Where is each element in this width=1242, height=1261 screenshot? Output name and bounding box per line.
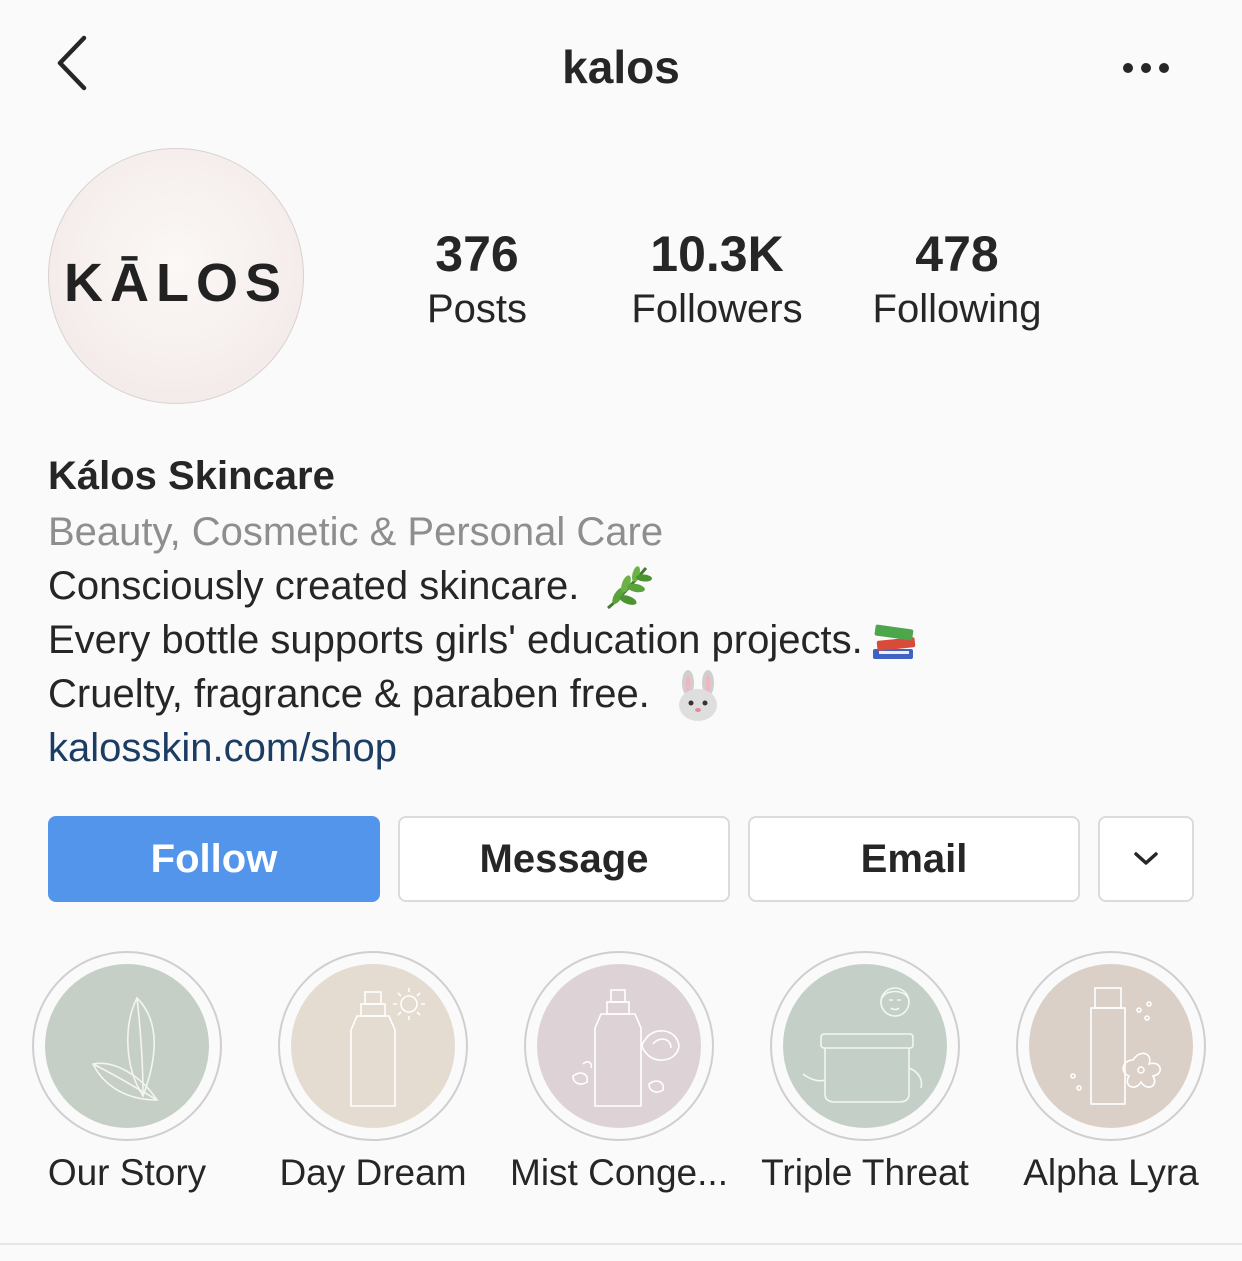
herb-icon: [607, 566, 653, 610]
mist-bottle-rose-icon: [572, 989, 680, 1107]
bio-line-1: Consciously created skincare.: [48, 559, 654, 614]
bio-line-3-text: Cruelty, fragrance & paraben free.: [48, 672, 650, 716]
highlight-label: Our Story: [47, 1152, 207, 1193]
follow-button[interactable]: Follow: [48, 816, 380, 902]
stat-followers[interactable]: 10.3K Followers: [607, 226, 827, 336]
highlight-label: Triple Threat: [761, 1152, 969, 1193]
profile-category: Beauty, Cosmetic & Personal Care: [48, 510, 664, 554]
rabbit-face-icon: [678, 670, 717, 722]
bio-line-3: Cruelty, fragrance & paraben free.: [48, 667, 723, 723]
bottle-flower-icon: [1070, 987, 1161, 1105]
highlight-cover: [291, 964, 455, 1128]
highlight-cover: [45, 964, 209, 1128]
divider: [0, 1243, 1242, 1245]
highlight-label: Mist Conge...: [510, 1152, 728, 1193]
highlight-day-dream[interactable]: [278, 951, 468, 1141]
highlight-mist-conge[interactable]: [524, 951, 714, 1141]
stat-followers-value: 10.3K: [650, 226, 784, 282]
email-button[interactable]: Email: [748, 816, 1080, 902]
highlight-triple-threat[interactable]: [770, 951, 960, 1141]
stat-following[interactable]: 478 Following: [852, 226, 1062, 336]
stat-following-value: 478: [915, 226, 999, 282]
profile-name: Kálos Skincare: [48, 454, 335, 498]
chevron-down-icon: [1134, 852, 1158, 865]
bio-link[interactable]: kalosskin.com/shop: [48, 721, 397, 775]
highlight-cover: [537, 964, 701, 1128]
highlight-cover: [1029, 964, 1193, 1128]
stat-following-label: Following: [872, 287, 1042, 331]
highlight-label: Day Dream: [279, 1152, 467, 1193]
highlight-label: Alpha Lyra: [1023, 1152, 1199, 1193]
books-icon: [872, 625, 915, 660]
spray-bottle-sun-icon: [350, 988, 425, 1107]
highlight-alpha-lyra[interactable]: [1016, 951, 1206, 1141]
suggested-accounts-button[interactable]: [1098, 816, 1194, 902]
highlight-our-story[interactable]: [32, 951, 222, 1141]
stat-posts[interactable]: 376 Posts: [387, 226, 567, 336]
highlight-cover: [783, 964, 947, 1128]
ellipsis-horizontal-icon[interactable]: [1120, 56, 1172, 80]
message-button[interactable]: Message: [398, 816, 730, 902]
stat-posts-label: Posts: [426, 287, 528, 331]
bio-line-2: Every bottle supports girls' education p…: [48, 613, 919, 667]
stat-followers-label: Followers: [631, 287, 803, 331]
bio-line-2-text: Every bottle supports girls' education p…: [48, 618, 863, 662]
avatar-logo-text: KĀLOS: [64, 253, 288, 313]
jar-face-mask-icon: [802, 987, 923, 1103]
leaves-icon: [91, 996, 159, 1101]
stat-posts-value: 376: [435, 226, 519, 282]
bio-line-1-text: Consciously created skincare.: [48, 564, 580, 608]
page-title: kalos: [562, 41, 680, 93]
